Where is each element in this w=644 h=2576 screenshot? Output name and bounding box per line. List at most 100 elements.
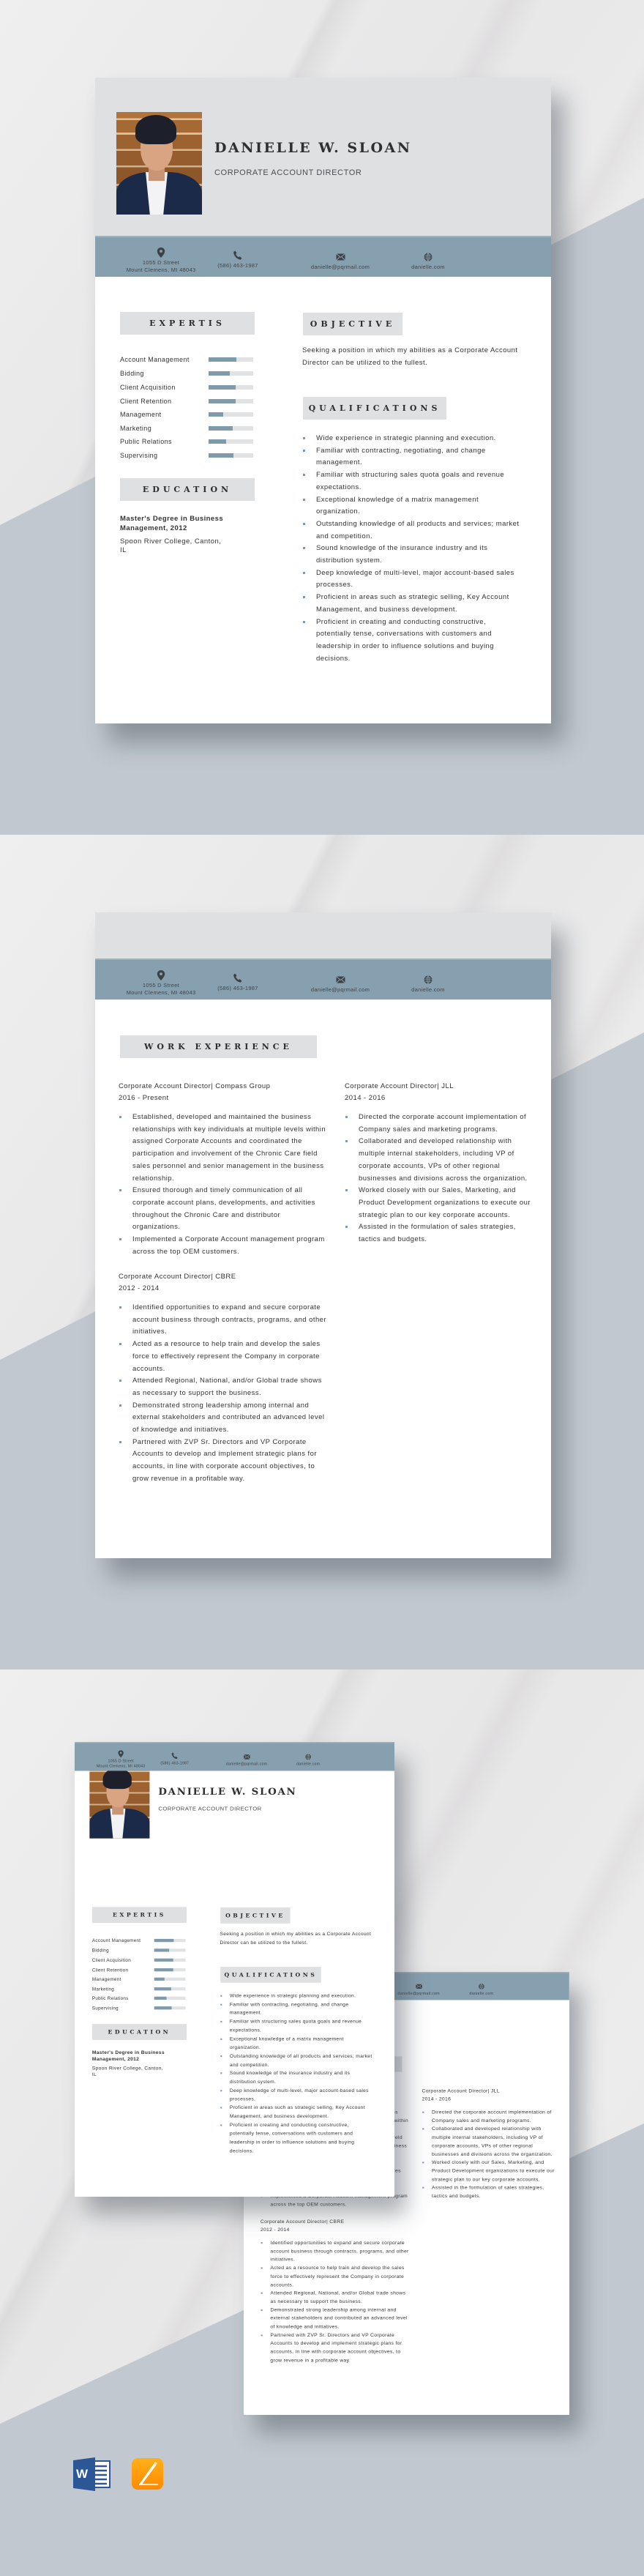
contact-website: danielle.com — [399, 252, 457, 271]
skill-label: Client Retention — [120, 398, 172, 406]
job-entry-jll: Corporate Account Director| JLL 2014 - 20… — [422, 2088, 558, 2201]
skill-label: Account Management — [91, 1937, 141, 1943]
job-entry-cbre: Corporate Account Director| CBRE 2012 - 2… — [261, 2218, 409, 2365]
job-bullet: Collaborated and developed relationship … — [345, 1136, 535, 1185]
qualification-item: Deep knowledge of multi-level, major acc… — [302, 567, 522, 592]
objective-text: Seeking a position in which my abilities… — [302, 346, 518, 367]
contact-phone: (586) 463-1987 — [154, 1752, 195, 1765]
skill-level-fill — [154, 2006, 172, 2010]
job-bullet: Assisted in the formulation of sales str… — [422, 2184, 558, 2201]
skill-row: Public Relations — [92, 1995, 190, 2003]
contact-email: danielle@pqrmail.com — [390, 1983, 448, 1996]
skill-level-fill — [209, 357, 236, 362]
skill-level-fill — [154, 1968, 173, 1972]
phone-number: (586) 463-1987 — [160, 1760, 190, 1765]
phone-number: (586) 463-1987 — [217, 262, 258, 269]
objective-text: Seeking a position in which my abilities… — [220, 1931, 372, 1946]
skill-row: Account Management — [92, 1938, 190, 1946]
contact-website: danielle.com — [399, 975, 457, 994]
qualification-item: Proficient in creating and conducting co… — [302, 617, 522, 666]
qualification-item: Wide experience in strategic planning an… — [302, 433, 522, 445]
contact-email: danielle@pqrmail.com — [218, 1753, 274, 1766]
resume-page-2: 1055 D Street Mount Clemens, MI 48043 (5… — [95, 912, 551, 1558]
job-bullet: Implemented a Corporate Account manageme… — [119, 1234, 327, 1258]
qualifications-list: Wide experience in strategic planning an… — [220, 1992, 374, 2155]
showcase-overview: 1055 D Street Mount Clemens, MI 48043 (5… — [0, 1669, 644, 2576]
skill-level-bar — [209, 385, 253, 390]
candidate-job-title: CORPORATE ACCOUNT DIRECTOR — [214, 168, 362, 177]
qualifications-list: Wide experience in strategic planning an… — [302, 433, 522, 665]
globe-icon — [478, 1983, 484, 1989]
word-icon[interactable]: W — [73, 2457, 111, 2491]
address-line-1: 1055 D Street — [142, 259, 180, 266]
pages-icon[interactable] — [132, 2458, 163, 2490]
skill-row: Client Retention — [120, 398, 259, 408]
skill-level-fill — [209, 425, 233, 431]
pen-icon — [139, 2462, 158, 2485]
job-bullets: Identified opportunities to expand and s… — [261, 2239, 409, 2365]
skill-level-bar — [209, 412, 253, 417]
job-title: Corporate Account Director| CBRE — [260, 2219, 345, 2225]
job-bullet: Assisted in the formulation of sales str… — [345, 1221, 535, 1246]
resume-page-1: DANIELLE W. SLOAN CORPORATE ACCOUNT DIRE… — [95, 78, 551, 723]
job-bullet: Identified opportunities to expand and s… — [119, 1302, 327, 1339]
skill-level-bar — [209, 371, 253, 376]
skill-level-bar — [154, 1938, 186, 1943]
skill-row: Public Relations — [120, 438, 259, 448]
skill-row: Marketing — [92, 1987, 190, 1994]
globe-icon — [305, 1754, 312, 1760]
qualification-item: Proficient in areas such as strategic se… — [220, 2104, 374, 2121]
skill-label: Supervising — [120, 451, 158, 459]
website: danielle.com — [411, 264, 445, 270]
job-bullet: Acted as a resource to help train and de… — [119, 1339, 327, 1375]
envelope-icon — [335, 253, 345, 261]
map-pin-icon — [118, 1750, 124, 1758]
job-title: Corporate Account Director| JLL — [345, 1082, 454, 1090]
contact-email: danielle@pqrmail.com — [300, 252, 381, 271]
job-entry-compass-group: Corporate Account Director| Compass Grou… — [119, 1081, 327, 1258]
skill-level-bar — [209, 399, 253, 404]
qualification-item: Outstanding knowledge of all products an… — [220, 2052, 374, 2070]
qualification-item: Exceptional knowledge of a matrix manage… — [302, 494, 522, 518]
contact-email: danielle@pqrmail.com — [300, 975, 381, 994]
phone-icon — [171, 1752, 178, 1760]
qualification-item: Deep knowledge of multi-level, major acc… — [220, 2087, 374, 2104]
objective-heading: OBJECTIVE — [303, 313, 402, 335]
skill-level-fill — [154, 1987, 171, 1991]
skill-level-bar — [154, 2006, 186, 2010]
job-bullet: Demonstrated strong leadership among int… — [261, 2307, 409, 2331]
skill-row: Marketing — [120, 425, 259, 435]
job-bullet: Partnered with ZVP Sr. Directors and VP … — [261, 2331, 409, 2365]
qualification-item: Exceptional knowledge of a matrix manage… — [220, 2035, 374, 2052]
skill-label: Bidding — [120, 370, 144, 378]
expertise-heading: EXPERTIS — [91, 1907, 187, 1924]
skill-row: Account Management — [120, 356, 259, 366]
qualification-item: Familiar with contracting, negotiating, … — [302, 445, 522, 469]
skill-row: Supervising — [92, 2005, 190, 2012]
address-line-2: Mount Clemens, MI 48043 — [96, 1763, 146, 1768]
skill-level-bar — [209, 453, 253, 458]
education-heading: EDUCATION — [91, 2024, 187, 2040]
job-bullet: Attended Regional, National, and/or Glob… — [119, 1375, 327, 1399]
website: danielle.com — [296, 1761, 321, 1767]
skill-level-fill — [209, 371, 230, 376]
skill-level-fill — [209, 439, 226, 444]
education-degree: Master's Degree in Business Management, … — [120, 515, 224, 532]
qualification-item: Familiar with structuring sales quota go… — [302, 469, 522, 494]
envelope-icon — [243, 1754, 250, 1760]
job-bullet: Worked closely with our Sales, Marketing… — [345, 1185, 535, 1221]
contact-address: 1055 D Street Mount Clemens, MI 48043 — [124, 247, 198, 274]
candidate-job-title: CORPORATE ACCOUNT DIRECTOR — [158, 1806, 262, 1812]
address-line-1: 1055 D Street — [142, 982, 180, 989]
profile-photo — [116, 112, 202, 215]
skill-level-fill — [209, 399, 236, 404]
skill-level-bar — [154, 1948, 186, 1952]
website: danielle.com — [469, 1991, 494, 1996]
skill-level-fill — [209, 385, 236, 390]
qualification-item: Wide experience in strategic planning an… — [220, 1992, 374, 2000]
job-bullet: Established, developed and maintained th… — [119, 1112, 327, 1185]
objective-heading: OBJECTIVE — [220, 1907, 291, 1924]
skill-level-fill — [154, 1977, 165, 1981]
qualification-item: Familiar with structuring sales quota go… — [220, 2018, 374, 2036]
email-address: danielle@pqrmail.com — [397, 1991, 440, 1996]
